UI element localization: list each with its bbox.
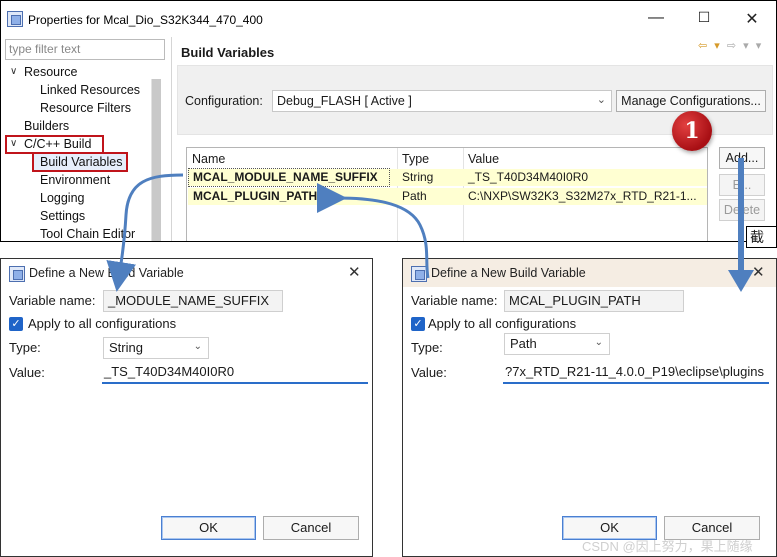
- watermark: CSDN @因上努力，果上随缘: [582, 539, 753, 554]
- arrow-to-left-dialog: [106, 173, 184, 292]
- arrow-down-head: [728, 270, 754, 292]
- arrow-to-right-dialog: [316, 182, 430, 279]
- annotation-arrows: [106, 158, 754, 292]
